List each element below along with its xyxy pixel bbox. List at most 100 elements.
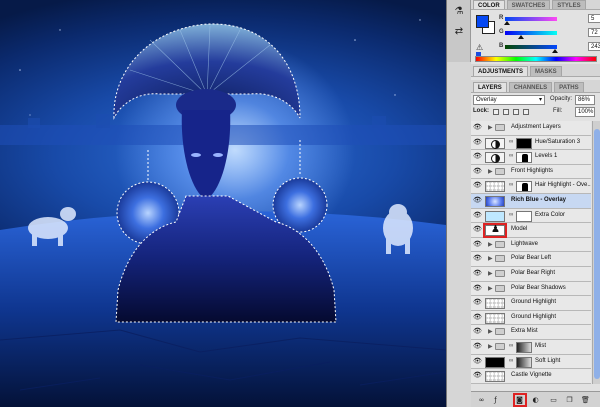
channel-g-thumb[interactable] [518, 35, 524, 39]
swap-icon[interactable]: ⇄ [452, 26, 466, 38]
new-group-icon[interactable]: ▭ [549, 396, 558, 405]
mask-link-icon[interactable]: ∞ [509, 139, 513, 145]
layer-row[interactable]: 👁 ∞ Soft Light [471, 354, 591, 370]
mask-link-icon[interactable]: ∞ [509, 153, 513, 159]
layer-style-icon[interactable]: ƒ [491, 396, 500, 405]
layer-name[interactable]: Mist [535, 343, 546, 349]
opacity-field[interactable]: 86% [575, 95, 595, 105]
visibility-eye-icon[interactable]: 👁 [473, 284, 482, 293]
layer-row[interactable]: 👁 ∞ Levels 1 [471, 150, 591, 165]
layer-thumbnail[interactable] [485, 195, 505, 207]
layer-name[interactable]: Ground Highlight [511, 299, 556, 305]
layer-row[interactable]: 👁 Ground Highlight [471, 310, 591, 326]
layer-name[interactable]: Front Highlights [511, 168, 553, 174]
layer-name[interactable]: Soft Light [535, 358, 560, 364]
layer-thumbnail[interactable] [485, 210, 505, 222]
layer-name[interactable]: Hair Highlight - Ove... [535, 182, 591, 188]
trash-icon[interactable]: 🗑 [581, 396, 590, 405]
visibility-eye-icon[interactable]: 👁 [473, 254, 482, 263]
lock-all-icon[interactable] [523, 109, 529, 115]
layer-thumbnail[interactable] [485, 181, 505, 193]
channel-r-value[interactable]: 5 [588, 14, 600, 23]
document-canvas[interactable] [0, 0, 446, 407]
visibility-eye-icon[interactable]: 👁 [473, 152, 482, 161]
visibility-eye-icon[interactable]: 👁 [473, 371, 482, 380]
mask-link-icon[interactable]: ∞ [509, 343, 513, 349]
visibility-eye-icon[interactable]: 👁 [473, 240, 482, 249]
lock-transparent-icon[interactable] [493, 109, 499, 115]
layer-name[interactable]: Rich Blue - Overlay [511, 197, 566, 203]
scrollbar-thumb[interactable] [594, 129, 600, 379]
layer-row[interactable]: 👁 ▶ Front Highlights [471, 164, 591, 180]
expand-arrow-icon[interactable]: ▶ [488, 328, 493, 335]
expand-arrow-icon[interactable]: ▶ [488, 168, 493, 175]
layer-name[interactable]: Adjustment Layers [511, 124, 561, 130]
layer-name[interactable]: Polar Bear Shadows [511, 285, 566, 291]
layer-name[interactable]: Polar Bear Right [511, 270, 555, 276]
dropper-icon[interactable]: ⚗ [452, 6, 466, 18]
layer-mask-thumbnail[interactable] [516, 210, 532, 222]
expand-arrow-icon[interactable]: ▶ [488, 124, 493, 131]
lock-position-icon[interactable] [513, 109, 519, 115]
layer-row[interactable]: 👁 ▶ Polar Bear Shadows [471, 281, 591, 297]
layer-row[interactable]: 👁 ∞ Extra Color [471, 208, 591, 224]
mask-link-icon[interactable]: ∞ [509, 358, 513, 364]
channel-g-slider[interactable] [505, 31, 557, 35]
tab-paths[interactable]: PATHS [554, 82, 584, 92]
foreground-color-swatch[interactable] [476, 15, 489, 28]
layer-name[interactable]: Ground Highlight [511, 314, 556, 320]
visibility-eye-icon[interactable]: 👁 [473, 298, 482, 307]
mask-link-icon[interactable]: ∞ [509, 212, 513, 218]
link-layers-icon[interactable]: ∞ [477, 396, 486, 405]
layer-row[interactable]: 👁 Rich Blue - Overlay [471, 193, 591, 209]
layer-mask-thumbnail[interactable] [516, 181, 532, 193]
tab-masks[interactable]: MASKS [530, 66, 562, 76]
layer-name[interactable]: Extra Color [535, 212, 565, 218]
expand-arrow-icon[interactable]: ▶ [488, 285, 493, 292]
layer-mask-thumbnail[interactable] [516, 152, 532, 164]
layer-thumbnail[interactable] [485, 371, 505, 383]
layer-row[interactable]: 👁 Castle Vignette [471, 369, 591, 384]
visibility-eye-icon[interactable]: 👁 [473, 211, 482, 220]
layer-thumbnail[interactable] [485, 356, 505, 368]
visibility-eye-icon[interactable]: 👁 [473, 138, 482, 147]
expand-arrow-icon[interactable]: ▶ [488, 270, 493, 277]
visibility-eye-icon[interactable]: 👁 [473, 269, 482, 278]
layer-name[interactable]: Polar Bear Left [511, 255, 551, 261]
visibility-eye-icon[interactable]: 👁 [473, 225, 482, 234]
lock-image-icon[interactable] [503, 109, 509, 115]
channel-r-thumb[interactable] [504, 21, 510, 25]
channel-b-value[interactable]: 243 [588, 42, 600, 51]
layer-row[interactable]: 👁 ▶ Extra Mist [471, 325, 591, 340]
channel-b-slider[interactable] [505, 45, 557, 49]
tab-channels[interactable]: CHANNELS [508, 82, 553, 92]
channel-r-slider[interactable] [505, 17, 557, 21]
visibility-eye-icon[interactable]: 👁 [473, 123, 482, 132]
expand-arrow-icon[interactable]: ▶ [488, 343, 493, 350]
layer-name[interactable]: Lightwave [511, 241, 538, 247]
gamut-warning-icon[interactable]: ⚠ [476, 43, 483, 52]
mask-link-icon[interactable]: ∞ [509, 182, 513, 188]
layer-name[interactable]: Model [511, 226, 527, 232]
layer-row[interactable]: 👁 Ground Highlight [471, 296, 591, 311]
visibility-eye-icon[interactable]: 👁 [473, 313, 482, 322]
visibility-eye-icon[interactable]: 👁 [473, 357, 482, 366]
expand-arrow-icon[interactable]: ▶ [488, 241, 493, 248]
tab-layers[interactable]: LAYERS [473, 82, 507, 92]
layer-row[interactable]: 👁 Model [471, 223, 591, 239]
blend-mode-select[interactable]: Overlay ▾ [473, 95, 545, 105]
visibility-eye-icon[interactable]: 👁 [473, 167, 482, 176]
layer-mask-thumbnail[interactable] [516, 341, 532, 353]
layer-row[interactable]: 👁 ∞ Hair Highlight - Ove... [471, 179, 591, 194]
layers-scrollbar[interactable] [592, 121, 600, 384]
color-spectrum-bar[interactable] [475, 56, 597, 62]
layer-mask-thumbnail[interactable] [516, 137, 532, 149]
layer-mask-thumbnail[interactable] [516, 356, 532, 368]
channel-g-value[interactable]: 72 [588, 28, 600, 37]
layer-thumbnail[interactable] [485, 312, 505, 324]
layer-name[interactable]: Levels 1 [535, 153, 557, 159]
layer-row[interactable]: 👁 ▶ Polar Bear Right [471, 266, 591, 282]
layer-row[interactable]: 👁 ▶ Polar Bear Left [471, 252, 591, 267]
layer-row[interactable]: 👁 ▶ Adjustment Layers [471, 121, 591, 136]
layer-name[interactable]: Castle Vignette [511, 372, 552, 378]
